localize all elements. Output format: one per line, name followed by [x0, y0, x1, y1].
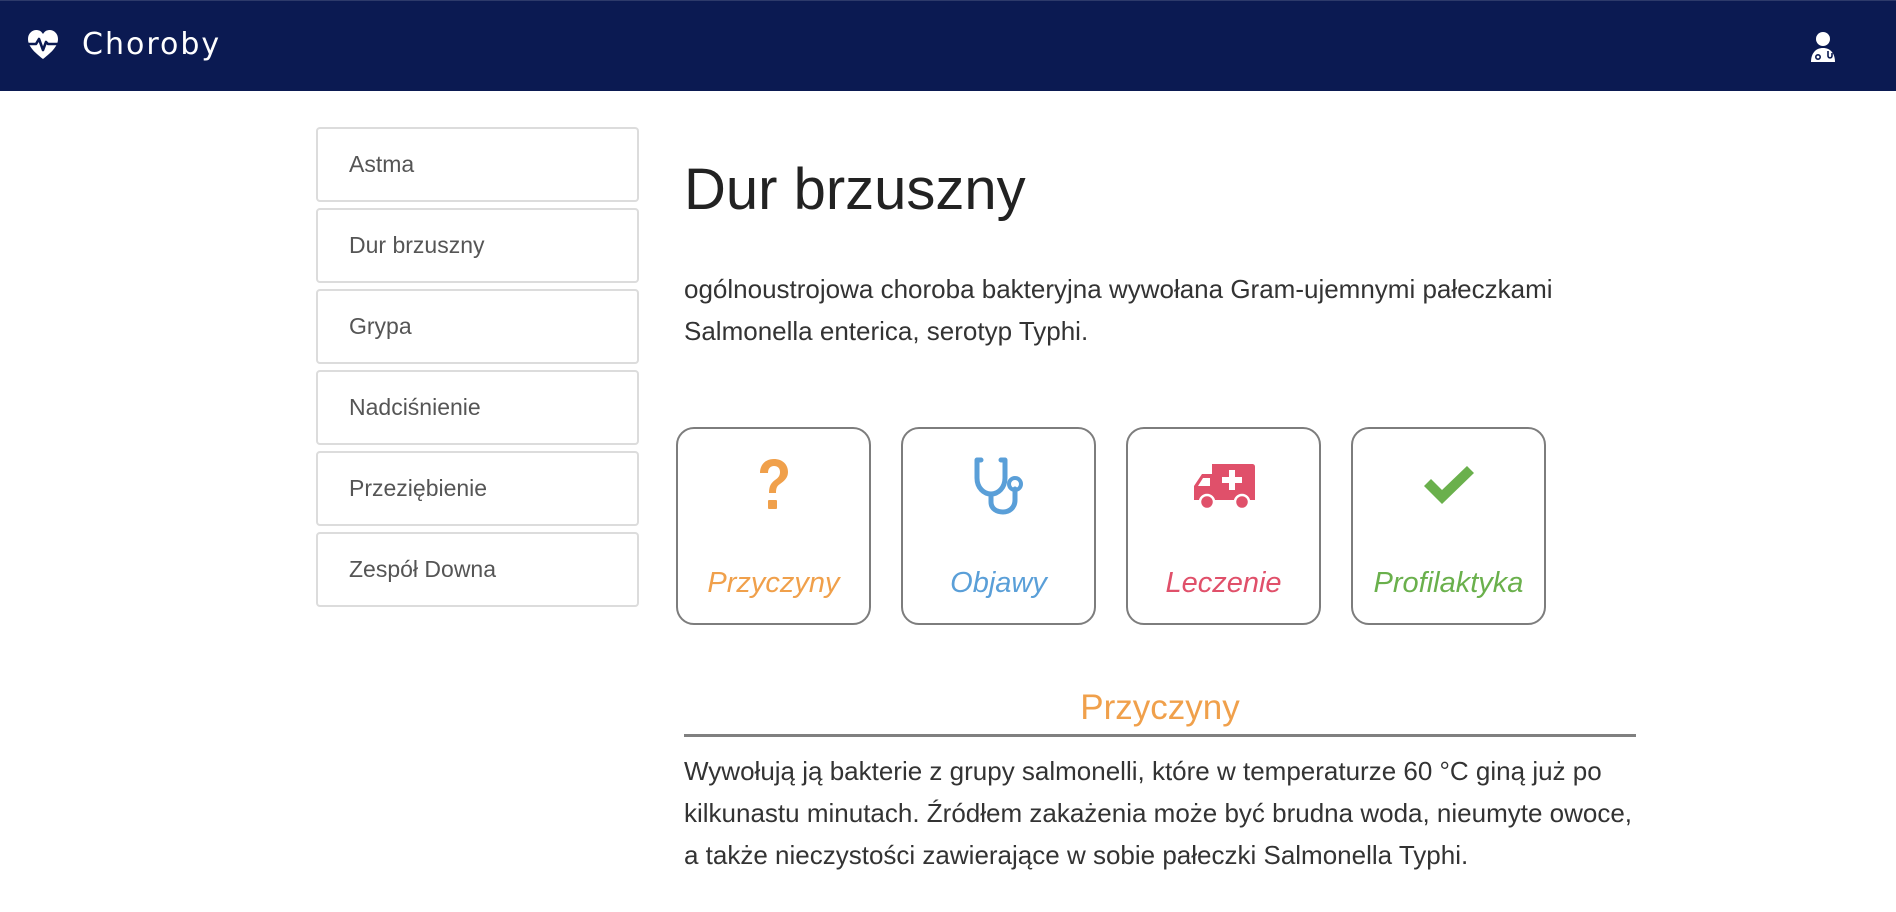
- user-doctor-icon: [1808, 32, 1838, 67]
- question-icon: [741, 455, 807, 517]
- topic-cards: Przyczyny Objawy Leczenie Profilaktyka: [676, 427, 1576, 625]
- disease-list: Astma Dur brzuszny Grypa Nadciśnienie Pr…: [316, 127, 639, 613]
- sidebar-item-zespol-downa[interactable]: Zespół Downa: [316, 532, 639, 607]
- section-body: Wywołują ją bakterie z grupy salmonelli,…: [684, 756, 1633, 870]
- section-title: Przyczyny: [1080, 688, 1240, 727]
- check-icon: [1416, 455, 1482, 517]
- sidebar-item-astma[interactable]: Astma: [316, 127, 639, 202]
- card-label: Leczenie: [1165, 567, 1282, 599]
- brand-link[interactable]: Choroby: [26, 25, 221, 65]
- card-leczenie[interactable]: Leczenie: [1126, 427, 1321, 625]
- user-menu-button[interactable]: [1808, 31, 1838, 63]
- page-title: Dur brzuszny: [684, 157, 1026, 222]
- card-przyczyny[interactable]: Przyczyny: [676, 427, 871, 625]
- card-objawy[interactable]: Objawy: [901, 427, 1096, 625]
- sidebar-item-grypa[interactable]: Grypa: [316, 289, 639, 364]
- disease-description: ogólnoustrojowa choroba bakteryjna wywoł…: [684, 274, 1553, 346]
- ambulance-icon: [1191, 455, 1257, 517]
- top-navbar: Choroby: [0, 0, 1896, 91]
- sidebar-item-nadcisnienie[interactable]: Nadciśnienie: [316, 370, 639, 445]
- brand-title: Choroby: [82, 27, 222, 62]
- card-label: Przyczyny: [707, 567, 840, 599]
- card-label: Profilaktyka: [1373, 567, 1524, 599]
- sidebar-item-dur-brzuszny[interactable]: Dur brzuszny: [316, 208, 639, 283]
- heartbeat-icon: [26, 28, 60, 62]
- section-divider: [684, 734, 1636, 737]
- sidebar-item-przeziebienie[interactable]: Przeziębienie: [316, 451, 639, 526]
- stethoscope-icon: [966, 455, 1032, 517]
- card-profilaktyka[interactable]: Profilaktyka: [1351, 427, 1546, 625]
- card-label: Objawy: [950, 567, 1047, 599]
